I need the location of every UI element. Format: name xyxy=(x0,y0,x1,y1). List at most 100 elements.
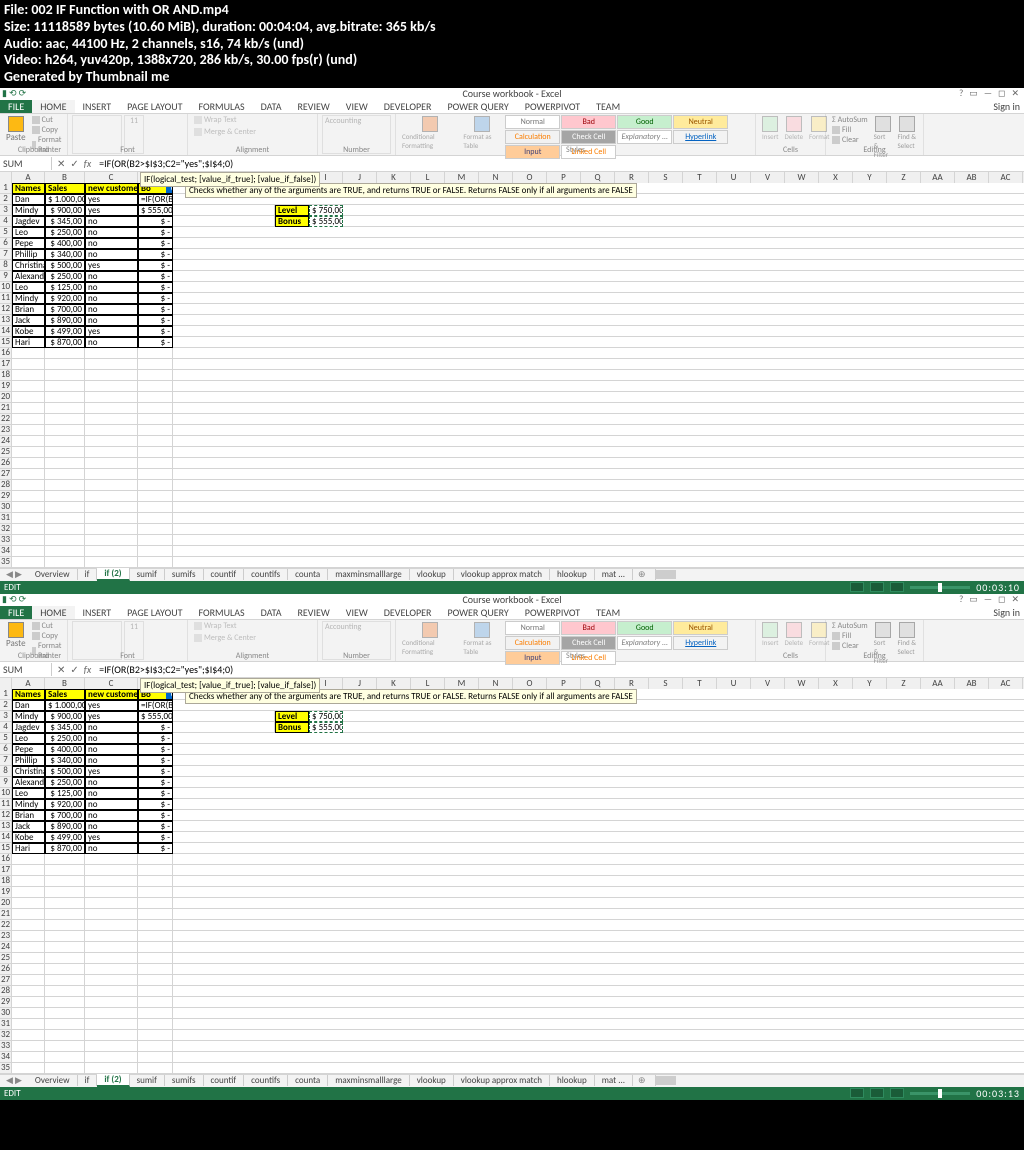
cell-newcust[interactable]: no xyxy=(85,271,138,282)
cell-newcust[interactable]: no xyxy=(85,249,138,260)
cell-sales[interactable]: $ 499,00 xyxy=(45,326,85,337)
add-sheet-button[interactable]: ⊕ xyxy=(633,1075,651,1086)
ribbon-tab[interactable]: POWER QUERY xyxy=(439,606,516,619)
sheet-tab[interactable]: sumif xyxy=(130,569,165,580)
cell-sales[interactable]: $ 900,00 xyxy=(45,711,85,722)
cell-newcust[interactable]: yes xyxy=(85,700,138,711)
file-tab[interactable]: FILE xyxy=(0,100,32,113)
cell-sales[interactable]: $ 700,00 xyxy=(45,810,85,821)
horizontal-scrollbar[interactable] xyxy=(655,569,1024,580)
sheet-tab[interactable]: sumifs xyxy=(165,569,204,580)
cell-name[interactable]: Phillip xyxy=(12,249,45,260)
cell-bonus[interactable]: $ - xyxy=(138,821,173,832)
cell-sales[interactable]: $ 125,00 xyxy=(45,282,85,293)
cell-newcust[interactable]: yes xyxy=(85,832,138,843)
sheet-tab[interactable]: maxminsmalllarge xyxy=(328,1075,409,1086)
cell-sales[interactable]: $ 250,00 xyxy=(45,777,85,788)
spreadsheet-grid[interactable]: 1 Names Sales new customers BoOR 2 Dan $… xyxy=(0,183,1024,568)
wrap-text-button[interactable]: Wrap Text xyxy=(192,621,313,631)
cell-bonus[interactable]: $ - xyxy=(138,766,173,777)
cell-sales[interactable]: $ 500,00 xyxy=(45,766,85,777)
cell-bonus[interactable]: $ - xyxy=(138,293,173,304)
header-sales[interactable]: Sales xyxy=(45,689,85,700)
cell-sales[interactable]: $ 250,00 xyxy=(45,733,85,744)
cell-sales[interactable]: $ 1.000,00 xyxy=(45,194,85,205)
cell-bonus[interactable]: $ - xyxy=(138,777,173,788)
header-names[interactable]: Names xyxy=(12,689,45,700)
cell-bonus[interactable]: $ - xyxy=(138,832,173,843)
bonus-value[interactable]: $ 555,00 xyxy=(309,216,343,227)
cell-bonus[interactable]: $ - xyxy=(138,755,173,766)
cell-newcust[interactable]: no xyxy=(85,315,138,326)
fill-button[interactable]: Fill xyxy=(830,125,870,135)
copy-button[interactable]: Copy xyxy=(30,125,67,135)
cell-name[interactable]: Dan xyxy=(12,194,45,205)
header-names[interactable]: Names xyxy=(12,183,45,194)
style-good[interactable]: Good xyxy=(617,621,672,635)
cell-newcust[interactable]: yes xyxy=(85,766,138,777)
cell-bonus[interactable]: $ - xyxy=(138,810,173,821)
view-normal-icon[interactable] xyxy=(850,582,864,592)
sheet-tab[interactable]: sumif xyxy=(130,1075,165,1086)
add-sheet-button[interactable]: ⊕ xyxy=(633,569,651,580)
ribbon-tab[interactable]: TEAM xyxy=(588,100,628,113)
cell-bonus[interactable]: $ - xyxy=(138,227,173,238)
style-neutral[interactable]: Neutral xyxy=(673,115,728,129)
autosum-button[interactable]: ΣAutoSum xyxy=(830,621,870,631)
file-tab[interactable]: FILE xyxy=(0,606,32,619)
cell-sales[interactable]: $ 345,00 xyxy=(45,722,85,733)
cell-bonus[interactable]: =IF(OR(B2 xyxy=(138,700,173,711)
cell-newcust[interactable]: no xyxy=(85,821,138,832)
cancel-icon[interactable]: ✕ xyxy=(57,663,65,676)
ribbon-tab[interactable]: PAGE LAYOUT xyxy=(119,100,190,113)
cell-bonus[interactable]: $ - xyxy=(138,315,173,326)
autosum-button[interactable]: ΣAutoSum xyxy=(830,115,870,125)
cell-newcust[interactable]: no xyxy=(85,216,138,227)
cell-bonus[interactable]: =IF(OR(B2 xyxy=(138,194,173,205)
view-break-icon[interactable] xyxy=(890,1088,904,1098)
style-explan[interactable]: Explanatory ... xyxy=(617,130,672,144)
cell-bonus[interactable]: $ - xyxy=(138,843,173,854)
horizontal-scrollbar[interactable] xyxy=(655,1075,1024,1086)
cell-bonus[interactable]: $ - xyxy=(138,260,173,271)
sheet-tab[interactable]: countif xyxy=(204,1075,245,1086)
cell-bonus[interactable]: $ - xyxy=(138,216,173,227)
cell-bonus[interactable]: $ - xyxy=(138,304,173,315)
ribbon-tab[interactable]: DEVELOPER xyxy=(376,100,440,113)
style-normal[interactable]: Normal xyxy=(505,115,560,129)
ribbon-tab[interactable]: POWER QUERY xyxy=(439,100,516,113)
cell-newcust[interactable]: no xyxy=(85,810,138,821)
merge-button[interactable]: Merge & Center xyxy=(192,127,313,137)
cell-newcust[interactable]: no xyxy=(85,744,138,755)
cell-bonus[interactable]: $ - xyxy=(138,326,173,337)
fill-button[interactable]: Fill xyxy=(830,631,870,641)
cell-bonus[interactable]: $ - xyxy=(138,722,173,733)
cell-bonus[interactable]: $ - xyxy=(138,799,173,810)
cell-bonus[interactable]: $ 555,00 xyxy=(138,205,173,216)
ribbon-tab[interactable]: VIEW xyxy=(338,606,376,619)
cell-name[interactable]: Pepe xyxy=(12,238,45,249)
signin-link[interactable]: Sign in xyxy=(989,100,1024,113)
cell-bonus[interactable]: $ - xyxy=(138,249,173,260)
cell-name[interactable]: Alexander xyxy=(12,271,45,282)
ribbon-tab[interactable]: FORMULAS xyxy=(190,100,252,113)
cell-name[interactable]: Christina xyxy=(12,260,45,271)
cell-sales[interactable]: $ 870,00 xyxy=(45,337,85,348)
cell-name[interactable]: Mindy xyxy=(12,799,45,810)
style-bad[interactable]: Bad xyxy=(561,621,616,635)
cell-newcust[interactable]: no xyxy=(85,799,138,810)
ribbon-tab[interactable]: DATA xyxy=(253,100,290,113)
bonus-label[interactable]: Bonus xyxy=(275,722,309,733)
cell-sales[interactable]: $ 250,00 xyxy=(45,227,85,238)
style-hyper[interactable]: Hyperlink xyxy=(673,636,728,650)
cell-sales[interactable]: $ 400,00 xyxy=(45,238,85,249)
cell-newcust[interactable]: no xyxy=(85,282,138,293)
cell-newcust[interactable]: no xyxy=(85,788,138,799)
ribbon-tab[interactable]: DEVELOPER xyxy=(376,606,440,619)
style-good[interactable]: Good xyxy=(617,115,672,129)
fx-icon[interactable]: fx xyxy=(84,663,91,676)
cell-bonus[interactable]: $ 555,00 xyxy=(138,711,173,722)
name-box[interactable]: SUM xyxy=(0,157,52,170)
cell-newcust[interactable]: no xyxy=(85,777,138,788)
cell-bonus[interactable]: $ - xyxy=(138,337,173,348)
